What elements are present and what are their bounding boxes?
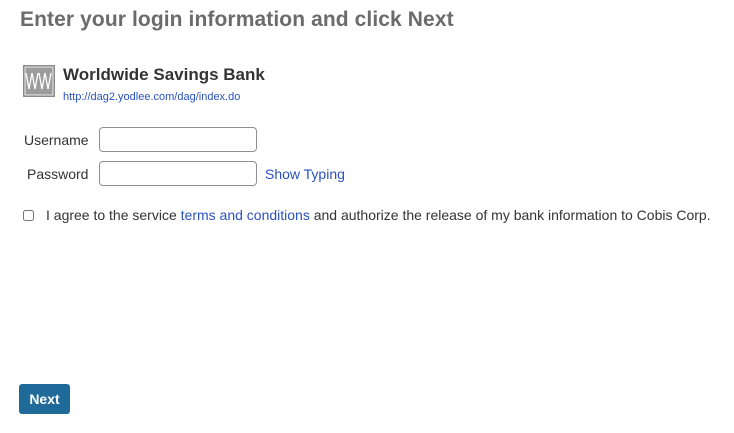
password-input[interactable]: [99, 161, 257, 186]
agreement-text-after: and authorize the release of my bank inf…: [309, 207, 711, 223]
terms-link[interactable]: terms and conditions: [181, 207, 310, 223]
agreement-text-before: I agree to the service: [46, 207, 181, 223]
agree-checkbox[interactable]: [23, 210, 34, 221]
username-label: Username: [24, 132, 89, 148]
agreement-text: I agree to the service terms and conditi…: [46, 207, 711, 223]
next-button[interactable]: Next: [19, 384, 70, 414]
bank-logo-graphic: [23, 65, 55, 97]
password-label: Password: [27, 166, 89, 182]
bank-name: Worldwide Savings Bank: [63, 65, 265, 84]
login-page: Enter your login information and click N…: [0, 0, 734, 433]
bank-logo-icon: [23, 65, 55, 97]
show-typing-link[interactable]: Show Typing: [265, 166, 345, 182]
username-input[interactable]: [99, 127, 257, 152]
bank-url-link[interactable]: http://dag2.yodlee.com/dag/index.do: [63, 91, 240, 103]
page-heading: Enter your login information and click N…: [20, 8, 454, 31]
